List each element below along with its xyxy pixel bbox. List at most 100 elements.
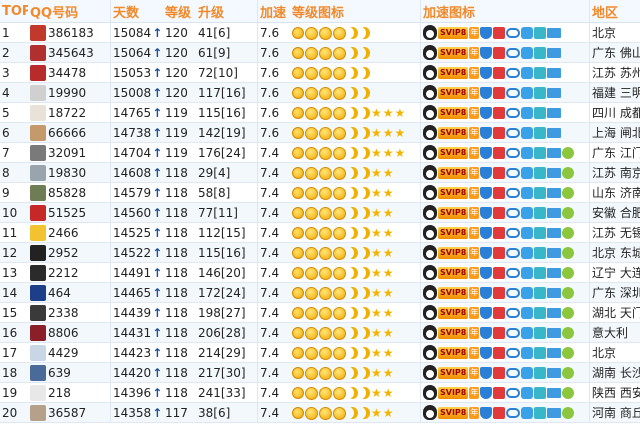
qq-cell[interactable]: 66666 <box>28 122 111 143</box>
qq-cell[interactable]: 19830 <box>28 162 111 183</box>
table-row[interactable]: 4 19990 15008↑ 120 117[16] 7.6 SVIP8 年福建 三明 <box>0 82 640 103</box>
sun-icon <box>305 86 318 100</box>
table-row[interactable]: 9 85828 14579↑ 118 58[8] 7.4 ★★ SVIP8 年山东 济南 <box>0 182 640 203</box>
table-row[interactable]: 6 66666 14738↑ 119 142[19] 7.6 ★★★ SVIP8 年上海 闸北 <box>0 122 640 143</box>
days-cell: 14608↑ <box>110 162 163 183</box>
rank: 14 <box>0 282 28 303</box>
game-icon <box>506 67 521 78</box>
qq-cell[interactable]: 218 <box>28 382 111 403</box>
level-icons <box>290 62 421 83</box>
qq-number[interactable]: 639 <box>48 366 71 380</box>
sun-icon <box>319 66 332 80</box>
qq-cell[interactable]: 8806 <box>28 322 111 343</box>
qq-number[interactable]: 386183 <box>48 26 94 40</box>
red-badge-icon <box>493 246 506 259</box>
star-icon: ★ <box>371 106 382 120</box>
table-row[interactable]: 10 51525 14560↑ 118 77[11] 7.4 ★★ SVIP8 年安徽 合肥 <box>0 202 640 223</box>
table-row[interactable]: 13 2212 14491↑ 118 146[20] 7.4 ★★ SVIP8 年辽宁 大连 <box>0 262 640 283</box>
accel-value: 7.6 <box>257 82 290 103</box>
star-icon: ★ <box>382 366 394 380</box>
qq-number[interactable]: 36587 <box>48 406 86 420</box>
table-row[interactable]: 18 639 14420↑ 118 217[30] 7.4 ★★ SVIP8 年湖南 长沙 <box>0 362 640 383</box>
music-icon <box>534 106 547 119</box>
qq-number[interactable]: 18722 <box>48 106 86 120</box>
qq-cell[interactable]: 2466 <box>28 222 111 243</box>
qq-cell[interactable]: 34478 <box>28 62 111 83</box>
level-value: 118 <box>163 362 196 383</box>
qq-number[interactable]: 34478 <box>48 66 86 80</box>
qq-number[interactable]: 2212 <box>48 266 79 280</box>
qq-number[interactable]: 2466 <box>48 226 79 240</box>
table-row[interactable]: 8 19830 14608↑ 118 29[4] 7.4 ★★ SVIP8 年江苏 南京 <box>0 162 640 183</box>
svip-badge: SVIP8 <box>438 206 469 219</box>
region: 北京 <box>589 342 640 363</box>
red-badge-icon <box>493 286 506 299</box>
card-icon <box>547 167 562 178</box>
qq-number[interactable]: 8806 <box>48 326 79 340</box>
table-row[interactable]: 20 36587 14358↑ 117 38[6] 7.4 ★★ SVIP8 年河南 商丘 <box>0 402 640 423</box>
table-row[interactable]: 2 345643 15064↑ 120 61[9] 7.6 SVIP8 年广东 佛山 <box>0 42 640 63</box>
year-badge: 年 <box>469 26 480 39</box>
qq-cell[interactable]: 18722 <box>28 102 111 123</box>
qq-number[interactable]: 345643 <box>48 46 94 60</box>
days-cell: 14491↑ <box>110 262 163 283</box>
sun-icon <box>319 46 332 60</box>
qq-cell[interactable]: 2212 <box>28 262 111 283</box>
table-row[interactable]: 11 2466 14525↑ 118 112[15] 7.4 ★★ SVIP8 年江苏 无锡 <box>0 222 640 243</box>
moon-icon <box>359 107 370 119</box>
qq-number[interactable]: 218 <box>48 386 71 400</box>
qq-number[interactable]: 19990 <box>48 86 86 100</box>
table-row[interactable]: 17 4429 14423↑ 118 214[29] 7.4 ★★ SVIP8 年北京 <box>0 342 640 363</box>
qq-cell[interactable]: 2338 <box>28 302 111 323</box>
qq-cell[interactable]: 464 <box>28 282 111 303</box>
qq-cell[interactable]: 32091 <box>28 142 111 163</box>
table-row[interactable]: 1 386183 15084↑ 120 41[6] 7.6 SVIP8 年北京 <box>0 22 640 43</box>
days-value: 14439 <box>113 305 152 320</box>
table-row[interactable]: 3 34478 15053↑ 120 72[10] 7.6 SVIP8 年江苏 苏州 <box>0 62 640 83</box>
music-icon <box>534 26 547 39</box>
days-cell: 14420↑ <box>110 362 163 383</box>
qq-number[interactable]: 19830 <box>48 166 86 180</box>
days-cell: 14396↑ <box>110 382 163 403</box>
qq-number[interactable]: 51525 <box>48 206 86 220</box>
qq-number[interactable]: 32091 <box>48 146 86 160</box>
level-icons: ★★ <box>290 282 421 303</box>
qq-number[interactable]: 2952 <box>48 246 79 260</box>
qq-cell[interactable]: 4429 <box>28 342 111 363</box>
qq-cell[interactable]: 51525 <box>28 202 111 223</box>
table-row[interactable]: 7 32091 14704↑ 119 176[24] 7.4 ★★★ SVIP8 年广东 江门 <box>0 142 640 163</box>
qq-cell[interactable]: 19990 <box>28 82 111 103</box>
table-row[interactable]: 12 2952 14522↑ 118 115[16] 7.4 ★★ SVIP8 年北京 东城 <box>0 242 640 263</box>
qq-cell[interactable]: 345643 <box>28 42 111 63</box>
medal-icon <box>521 346 534 359</box>
qq-cell[interactable]: 639 <box>28 362 111 383</box>
qq-penguin-icon <box>423 225 437 240</box>
table-row[interactable]: 16 8806 14431↑ 118 206[28] 7.4 ★★ SVIP8 年意大利 <box>0 322 640 343</box>
qq-number[interactable]: 66666 <box>48 126 86 140</box>
svip-badge: SVIP8 <box>438 366 469 379</box>
table-row[interactable]: 19 218 14396↑ 118 241[33] 7.4 ★★ SVIP8 年陕西 西安 <box>0 382 640 403</box>
qq-number[interactable]: 4429 <box>48 346 79 360</box>
red-badge-icon <box>493 46 506 59</box>
qq-cell[interactable]: 2952 <box>28 242 111 263</box>
table-row[interactable]: 15 2338 14439↑ 118 198[27] 7.4 ★★ SVIP8 年湖北 天门 <box>0 302 640 323</box>
days-cell: 14765↑ <box>110 102 163 123</box>
days-value: 14608 <box>113 165 152 180</box>
star-icon: ★ <box>371 266 382 280</box>
level-value: 118 <box>163 282 196 303</box>
qq-cell[interactable]: 85828 <box>28 182 111 203</box>
medal-icon <box>521 126 534 139</box>
qq-number[interactable]: 464 <box>48 286 71 300</box>
qq-cell[interactable]: 36587 <box>28 402 111 423</box>
star-icon: ★ <box>394 126 406 140</box>
qq-cell[interactable]: 386183 <box>28 22 111 43</box>
qq-penguin-icon <box>423 305 437 320</box>
table-row[interactable]: 5 18722 14765↑ 119 115[16] 7.6 ★★★ SVIP8 年四川 成都 <box>0 102 640 123</box>
qq-number[interactable]: 85828 <box>48 186 86 200</box>
up-arrow-icon: ↑ <box>152 165 163 180</box>
qq-number[interactable]: 2338 <box>48 306 79 320</box>
year-badge: 年 <box>469 406 480 419</box>
crown-icon <box>292 207 304 219</box>
game-icon <box>506 227 521 238</box>
table-row[interactable]: 14 464 14465↑ 118 172[24] 7.4 ★★ SVIP8 年广东 深圳 <box>0 282 640 303</box>
